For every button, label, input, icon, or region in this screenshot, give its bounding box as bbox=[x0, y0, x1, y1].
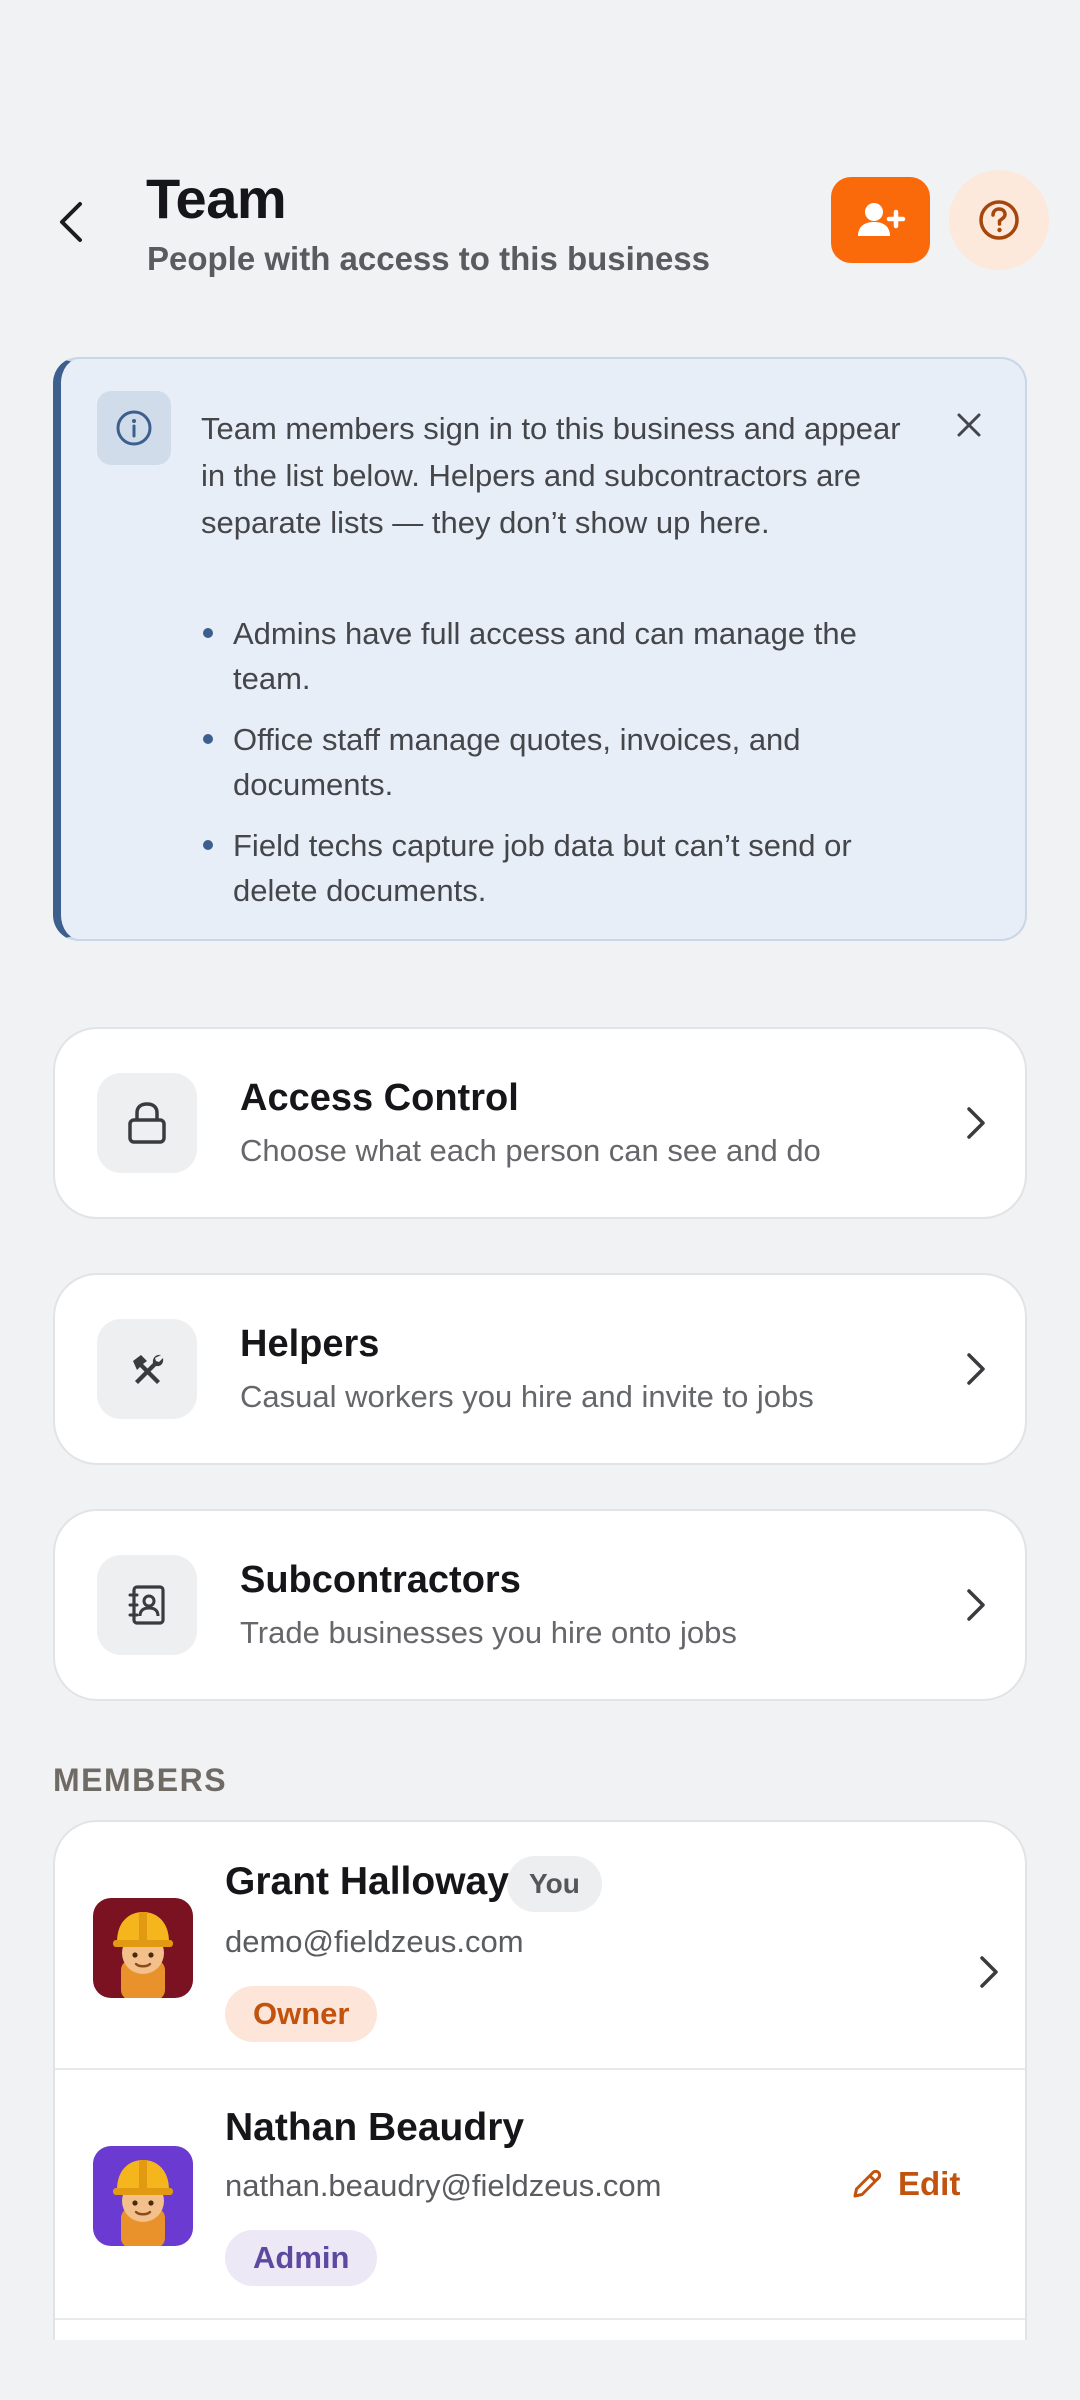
page-title: Team bbox=[146, 167, 287, 230]
team-screen: Team People with access to this business bbox=[0, 0, 1080, 2400]
helpers-card[interactable]: Helpers Casual workers you hire and invi… bbox=[53, 1273, 1027, 1465]
member-row[interactable]: Grant Halloway You demo@fieldzeus.com Ow… bbox=[55, 1822, 1025, 2070]
edit-label: Edit bbox=[898, 2165, 961, 2202]
members-list: Grant Halloway You demo@fieldzeus.com Ow… bbox=[53, 1820, 1027, 2340]
chevron-left-icon bbox=[60, 202, 82, 242]
add-person-icon bbox=[857, 203, 905, 236]
contact-book-icon-container bbox=[97, 1555, 197, 1655]
info-bullet: Office staff manage quotes, invoices, an… bbox=[201, 717, 881, 807]
subcontractors-description: Trade businesses you hire onto jobs bbox=[240, 1615, 737, 1650]
helpers-description: Casual workers you hire and invite to jo… bbox=[240, 1379, 814, 1414]
chevron-right-icon bbox=[950, 1343, 1002, 1395]
avatar bbox=[93, 1898, 193, 1998]
info-icon-container bbox=[97, 391, 171, 465]
member-name: Nathan Beaudry bbox=[225, 2106, 525, 2149]
subcontractors-card[interactable]: Subcontractors Trade businesses you hire… bbox=[53, 1509, 1027, 1701]
chevron-right-icon[interactable] bbox=[969, 1946, 1009, 1998]
member-row[interactable]: Nathan Beaudry nathan.beaudry@fieldzeus.… bbox=[55, 2072, 1025, 2320]
access-control-description: Choose what each person can see and do bbox=[240, 1133, 821, 1168]
edit-member-button[interactable]: Edit bbox=[850, 2154, 960, 2214]
close-banner-button[interactable] bbox=[941, 397, 997, 453]
tools-icon-container bbox=[97, 1319, 197, 1419]
avatar bbox=[93, 2146, 193, 2246]
role-badge-admin: Admin bbox=[225, 2230, 378, 2286]
access-control-card[interactable]: Access Control Choose what each person c… bbox=[53, 1027, 1027, 1219]
page-subtitle: People with access to this business bbox=[147, 240, 711, 277]
add-member-button[interactable] bbox=[831, 177, 930, 263]
member-email: nathan.beaudry@fieldzeus.com bbox=[225, 2168, 662, 2203]
info-text: Team members sign in to this business an… bbox=[201, 411, 901, 540]
role-badge-owner: Owner bbox=[225, 1986, 378, 2042]
tools-icon bbox=[133, 1354, 164, 1384]
lock-icon-container bbox=[97, 1073, 197, 1173]
info-bullet-list: Admins have full access and can manage t… bbox=[201, 611, 881, 929]
access-control-title: Access Control bbox=[240, 1077, 519, 1119]
members-section-label: MEMBERS bbox=[53, 1762, 228, 1798]
help-button[interactable] bbox=[949, 170, 1049, 270]
member-name: Grant Halloway bbox=[225, 1860, 509, 1903]
back-button[interactable] bbox=[40, 190, 104, 254]
pencil-icon bbox=[853, 2169, 882, 2198]
info-banner: Team members sign in to this business an… bbox=[53, 357, 1027, 941]
info-bullet: Admins have full access and can manage t… bbox=[201, 611, 881, 701]
subcontractors-title: Subcontractors bbox=[240, 1559, 521, 1601]
helpers-title: Helpers bbox=[240, 1323, 380, 1365]
chevron-right-icon bbox=[950, 1097, 1002, 1149]
lock-icon bbox=[128, 1102, 166, 1144]
question-circle-icon bbox=[979, 200, 1019, 240]
you-badge: You bbox=[507, 1856, 602, 1912]
info-bullet: Field techs capture job data but can’t s… bbox=[201, 823, 881, 913]
chevron-right-icon bbox=[950, 1579, 1002, 1631]
header: Team People with access to this business bbox=[0, 160, 1080, 300]
contact-book-icon bbox=[128, 1585, 165, 1625]
close-icon bbox=[957, 413, 981, 437]
member-email: demo@fieldzeus.com bbox=[225, 1924, 524, 1959]
info-icon bbox=[116, 410, 152, 446]
